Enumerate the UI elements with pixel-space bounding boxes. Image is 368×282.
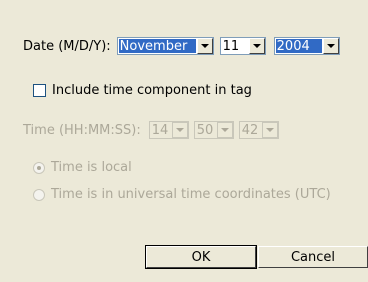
month-select[interactable]: November [116,37,214,55]
include-time-row[interactable]: Include time component in tag [33,83,252,98]
chevron-down-icon[interactable] [196,38,213,54]
seconds-value: 42 [241,122,259,138]
minutes-select[interactable]: 50 [193,121,234,139]
time-row: Time (HH:MM:SS): 14 50 42 [23,121,279,139]
time-utc-label: Time is in universal time coordinates (U… [51,187,331,202]
day-value: 11 [222,38,240,54]
time-utc-radio[interactable] [33,188,45,201]
include-time-label: Include time component in tag [52,83,252,98]
time-local-label: Time is local [51,160,132,175]
include-time-checkbox[interactable] [33,84,46,97]
chevron-down-icon[interactable] [248,38,265,54]
seconds-select[interactable]: 42 [238,121,279,139]
year-select[interactable]: 2004 [273,37,340,55]
time-local-radio[interactable] [33,161,45,174]
time-utc-option[interactable]: Time is in universal time coordinates (U… [33,187,331,202]
chevron-down-icon[interactable] [261,122,278,138]
time-local-option[interactable]: Time is local [33,160,132,175]
hours-value: 14 [151,122,169,138]
chevron-down-icon[interactable] [171,122,188,138]
chevron-down-icon[interactable] [322,38,339,54]
chevron-down-icon[interactable] [216,122,233,138]
month-value: November [118,39,196,54]
year-value: 2004 [275,39,322,54]
date-row: Date (M/D/Y): November 11 2004 [23,37,340,55]
ok-button[interactable]: OK [145,245,257,269]
cancel-button[interactable]: Cancel [258,246,368,268]
hours-select[interactable]: 14 [148,121,189,139]
time-label: Time (HH:MM:SS): [23,122,141,138]
date-label: Date (M/D/Y): [23,38,111,54]
minutes-value: 50 [196,122,214,138]
day-select[interactable]: 11 [219,37,266,55]
